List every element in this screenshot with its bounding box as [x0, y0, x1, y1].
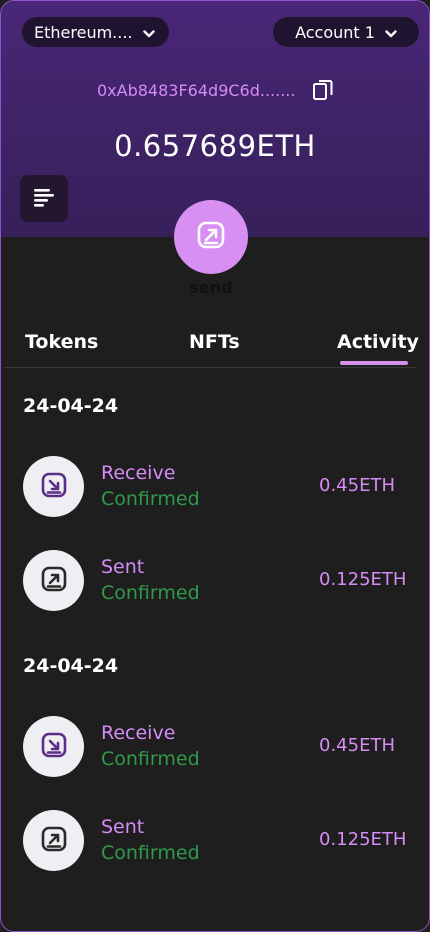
receive-icon-badge — [23, 456, 84, 517]
receive-icon — [40, 471, 68, 503]
transaction-status: Confirmed — [101, 488, 200, 510]
transaction-type: Receive — [101, 462, 176, 484]
menu-button[interactable] — [20, 175, 68, 222]
transaction-type: Sent — [101, 816, 145, 838]
transaction-status: Confirmed — [101, 748, 200, 770]
wallet-balance: 0.657689ETH — [114, 129, 316, 163]
receive-icon-badge — [23, 716, 84, 777]
sent-icon-badge — [23, 810, 84, 871]
transaction-type: Receive — [101, 722, 176, 744]
wallet-address: 0xAb8483F64d9C6d....... — [97, 81, 296, 100]
transaction-amount: 0.125ETH — [319, 829, 407, 850]
transaction-row[interactable]: Sent Confirmed 0.125ETH — [1, 550, 429, 612]
active-tab-indicator — [340, 361, 408, 365]
chevron-down-icon — [142, 23, 155, 42]
tab-activity[interactable]: Activity — [337, 331, 419, 353]
transaction-row[interactable]: Sent Confirmed 0.125ETH — [1, 810, 429, 872]
send-label: send — [189, 278, 233, 297]
tab-nfts[interactable]: NFTs — [189, 331, 240, 353]
activity-date: 24-04-24 — [23, 655, 119, 677]
tabs-divider — [5, 367, 415, 368]
wallet-screen: Ethereum.... Account 1 0xAb8483F64d9C6d.… — [0, 0, 430, 932]
account-selector[interactable]: Account 1 — [273, 17, 419, 47]
transaction-amount: 0.125ETH — [319, 569, 407, 590]
transaction-amount: 0.45ETH — [319, 735, 395, 756]
transaction-amount: 0.45ETH — [319, 475, 395, 496]
transaction-row[interactable]: Receive Confirmed 0.45ETH — [1, 716, 429, 778]
send-button[interactable] — [174, 200, 248, 274]
tab-tokens[interactable]: Tokens — [25, 331, 98, 353]
sent-icon-badge — [23, 550, 84, 611]
copy-icon[interactable] — [312, 79, 334, 105]
menu-icon — [32, 187, 56, 211]
activity-date: 24-04-24 — [23, 395, 119, 417]
transaction-row[interactable]: Receive Confirmed 0.45ETH — [1, 456, 429, 518]
transaction-type: Sent — [101, 556, 145, 578]
send-icon — [196, 220, 226, 254]
receive-icon — [40, 731, 68, 763]
sent-icon — [40, 565, 68, 597]
network-selector[interactable]: Ethereum.... — [22, 17, 169, 47]
transaction-status: Confirmed — [101, 842, 200, 864]
sent-icon — [40, 825, 68, 857]
account-label: Account 1 — [295, 22, 375, 42]
transaction-status: Confirmed — [101, 582, 200, 604]
network-label: Ethereum.... — [34, 22, 133, 42]
chevron-down-icon — [385, 23, 397, 42]
